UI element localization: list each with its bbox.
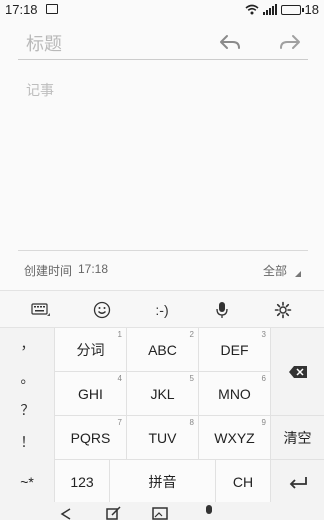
key-6[interactable]: MNO 6: [199, 372, 271, 416]
status-right: 18: [245, 2, 319, 17]
key-label: DEF: [220, 341, 249, 358]
title-row: 标题: [18, 24, 308, 60]
keyboard: ， 。 ？ ！ 分词 1 ABC 2 DEF 3 GHI 4 JKL 5 MNO…: [0, 328, 324, 520]
key-label: ABC: [148, 341, 177, 358]
punctuation-column: ， 。 ？ ！: [0, 328, 55, 460]
image-icon: [46, 4, 58, 14]
key-7[interactable]: PQRS 7: [55, 416, 127, 460]
ime-toolbar: :-): [0, 290, 324, 328]
signal-icon: [262, 4, 277, 15]
symbols-key[interactable]: ~*: [0, 460, 55, 504]
key-label: GHI: [78, 385, 103, 402]
battery-level: 18: [304, 2, 319, 17]
key-number: 1: [117, 330, 122, 339]
redo-icon[interactable]: [277, 32, 305, 52]
key-number: 7: [117, 418, 122, 427]
key-4[interactable]: GHI 4: [55, 372, 127, 416]
key-number: 6: [261, 374, 266, 383]
key-number: 2: [189, 330, 194, 339]
key-label: MNO: [218, 385, 251, 402]
enter-icon: [289, 476, 307, 489]
settings-button[interactable]: [259, 291, 307, 329]
space-pinyin-key[interactable]: 拼音: [110, 460, 216, 504]
mic-icon: [216, 302, 228, 318]
mic-nav-icon[interactable]: [204, 504, 214, 520]
title-input[interactable]: 标题: [26, 30, 62, 56]
key-number: 8: [189, 418, 194, 427]
key-label: WXYZ: [214, 429, 255, 446]
key-number: 4: [117, 374, 122, 383]
category-selector[interactable]: 全部: [263, 262, 287, 279]
emoticon-button[interactable]: :-): [138, 291, 186, 329]
key-number: 9: [261, 418, 266, 427]
keyboard-switch-button[interactable]: [17, 291, 65, 329]
wifi-icon: [245, 4, 259, 15]
status-bar: 17:18 18: [0, 0, 324, 20]
key-number: 3: [261, 330, 266, 339]
enter-key[interactable]: [271, 460, 324, 504]
clear-label: 清空: [283, 429, 312, 446]
language-key[interactable]: CH: [216, 460, 271, 504]
battery-icon: [280, 4, 304, 15]
divider: [18, 250, 308, 251]
numbers-key[interactable]: 123: [55, 460, 110, 504]
key-label: 分词: [76, 341, 105, 358]
emoji-icon: [93, 301, 111, 319]
image-nav-icon[interactable]: [152, 507, 168, 520]
pinyin-label: 拼音: [148, 473, 177, 490]
key-8[interactable]: TUV 8: [127, 416, 199, 460]
clear-key[interactable]: 清空: [271, 416, 324, 460]
punct-question[interactable]: ？: [0, 400, 55, 420]
backspace-key[interactable]: [271, 328, 324, 416]
key-3[interactable]: DEF 3: [199, 328, 271, 372]
note-input[interactable]: 记事: [26, 80, 54, 100]
keyboard-icon: [31, 303, 50, 316]
edit-nav-icon[interactable]: [106, 506, 122, 520]
punct-exclaim[interactable]: ！: [0, 432, 55, 452]
key-number: 5: [189, 374, 194, 383]
undo-icon[interactable]: [215, 32, 243, 52]
punct-period[interactable]: 。: [0, 368, 55, 388]
dropdown-icon: [295, 271, 301, 277]
settings-icon: [274, 301, 292, 319]
key-5[interactable]: JKL 5: [127, 372, 199, 416]
back-nav-icon[interactable]: [60, 508, 72, 520]
backspace-icon: [288, 365, 307, 378]
created-label: 创建时间: [24, 264, 73, 278]
symbols-label: ~*: [20, 473, 34, 490]
navigation-bar: [0, 502, 324, 520]
punct-comma[interactable]: ，: [0, 334, 55, 354]
key-9[interactable]: WXYZ 9: [199, 416, 271, 460]
created-time: 17:18: [78, 262, 109, 276]
key-label: JKL: [150, 385, 175, 402]
emoji-button[interactable]: [78, 291, 126, 329]
key-1[interactable]: 分词 1: [55, 328, 127, 372]
key-label: TUV: [148, 429, 177, 446]
status-time: 17:18: [5, 2, 38, 17]
numbers-label: 123: [70, 473, 94, 490]
key-label: PQRS: [70, 429, 111, 446]
voice-button[interactable]: [198, 291, 246, 329]
key-2[interactable]: ABC 2: [127, 328, 199, 372]
language-label: CH: [232, 473, 254, 490]
